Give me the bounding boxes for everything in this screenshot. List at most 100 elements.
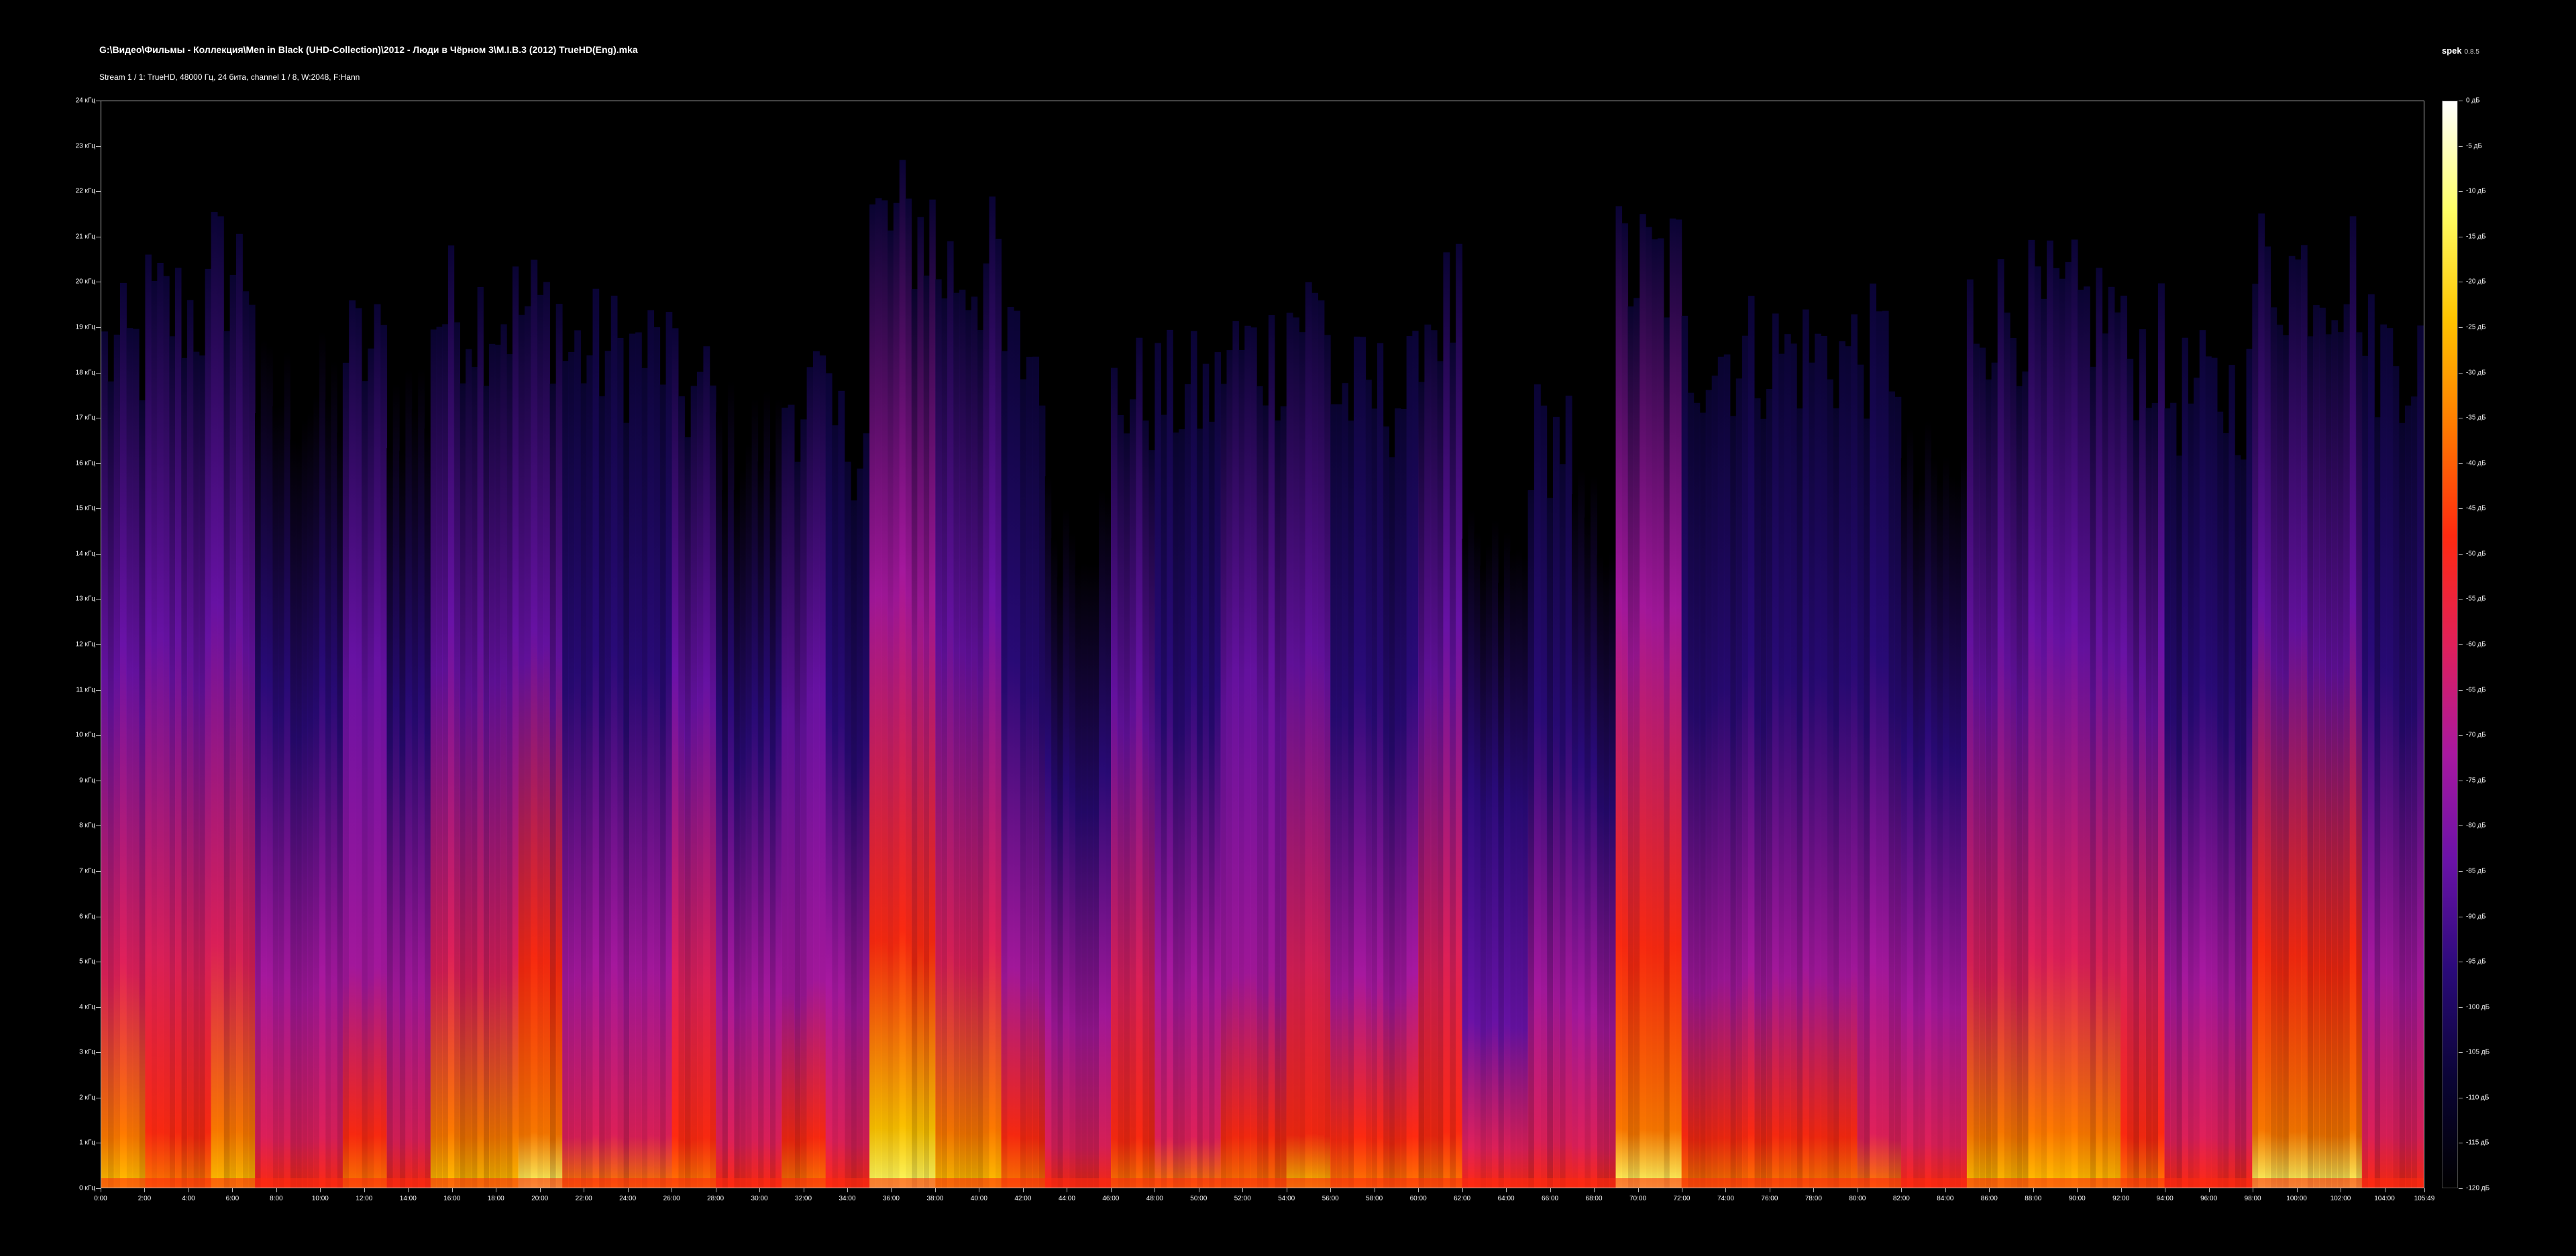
spectrogram-band	[169, 336, 176, 1188]
spectrogram-band	[1173, 433, 1179, 1188]
spectrogram-band	[2349, 216, 2357, 1188]
db-tick	[2459, 599, 2463, 600]
time-tick-label: 42:00	[1014, 1195, 1032, 1202]
db-tick	[2459, 1007, 2463, 1008]
spectrogram-plot[interactable]	[101, 101, 2424, 1188]
spectrogram-band	[838, 390, 845, 1188]
spectrogram-band	[1851, 314, 1858, 1188]
spectrogram-band	[788, 404, 795, 1188]
freq-tick-label: 17 кГц	[75, 414, 95, 422]
spectrogram-band	[1943, 456, 1949, 1188]
spectrogram-low-frequency-floor	[101, 1178, 2424, 1188]
freq-tick	[96, 599, 101, 600]
spectrogram-band	[1857, 364, 1864, 1188]
freq-tick-label: 16 кГц	[75, 459, 95, 467]
time-tick	[2033, 1188, 2034, 1192]
time-tick-label: 6:00	[225, 1195, 239, 1202]
spectrogram-band	[543, 282, 550, 1188]
time-tick-label: 64:00	[1497, 1195, 1515, 1202]
spectrogram-band	[2240, 459, 2247, 1188]
spectrogram-band	[1973, 343, 1980, 1188]
freq-tick-label: 24 кГц	[75, 97, 95, 105]
spectrogram-band	[1354, 337, 1360, 1188]
spectrogram-band	[1492, 520, 1499, 1188]
db-tick	[2459, 146, 2463, 147]
spectrogram-band	[1876, 311, 1883, 1188]
spectrogram-band	[813, 351, 820, 1188]
time-tick-label: 2:00	[138, 1195, 152, 1202]
spectrogram-band	[506, 354, 513, 1188]
spectrogram-band	[1699, 412, 1707, 1188]
spectrogram-band	[935, 279, 942, 1188]
spectrogram-band	[331, 361, 337, 1188]
db-tick-label: -5 дБ	[2466, 142, 2483, 150]
spectrogram-band	[489, 343, 496, 1188]
spectrogram-band	[2355, 332, 2363, 1188]
spectrogram-band	[325, 400, 331, 1188]
time-tick	[759, 1188, 761, 1192]
spectrogram-band	[1389, 457, 1395, 1188]
spectrogram-band	[236, 233, 243, 1188]
spectrogram-band	[2182, 337, 2188, 1188]
spectrogram-band	[1669, 218, 1676, 1188]
spectrogram-band	[349, 300, 356, 1188]
spectrogram-band	[1546, 498, 1554, 1188]
spectrogram-band	[307, 412, 314, 1188]
time-tick-label: 100:00	[2286, 1195, 2307, 1202]
db-tick-label: -30 дБ	[2466, 369, 2486, 376]
spectrogram-band	[2246, 349, 2253, 1188]
spectrogram-band	[1705, 390, 1713, 1188]
time-tick-label: 76:00	[1761, 1195, 1778, 1202]
freq-tick	[96, 1188, 101, 1189]
spectrogram-band	[1377, 343, 1384, 1188]
time-tick	[627, 1188, 629, 1192]
spectrogram-band	[745, 443, 753, 1188]
spectrogram-band	[2380, 324, 2387, 1188]
spectrogram-band	[1640, 214, 1646, 1188]
db-color-scale-bar	[2442, 101, 2458, 1188]
spectrogram-band	[1809, 362, 1815, 1188]
spectrogram-band	[1395, 408, 1401, 1188]
db-tick-label: -105 дБ	[2466, 1048, 2490, 1056]
spectrogram-band	[555, 304, 563, 1188]
spectrogram-band	[1336, 404, 1343, 1188]
spectrogram-band	[1286, 312, 1293, 1188]
spectrogram-band	[1821, 336, 1827, 1188]
spectrogram-band	[1633, 298, 1640, 1188]
spectrogram-band	[690, 386, 698, 1188]
time-tick-label: 98:00	[2244, 1195, 2261, 1202]
time-tick	[1506, 1188, 1507, 1192]
db-tick-label: -90 дБ	[2466, 913, 2486, 920]
spectrogram-band	[727, 381, 735, 1188]
spectrogram-band	[722, 490, 729, 1188]
time-tick	[539, 1188, 541, 1192]
spectrogram-band	[2053, 268, 2059, 1188]
spectrogram-band	[1208, 421, 1216, 1188]
spectrogram-band	[863, 433, 870, 1188]
freq-tick-label: 11 кГц	[76, 686, 95, 694]
spectrogram-band	[2270, 307, 2277, 1188]
spectrogram-band	[893, 203, 900, 1188]
spectrogram-band	[2276, 325, 2284, 1188]
spectrogram-band	[697, 372, 704, 1188]
spectrogram-band	[531, 260, 538, 1188]
spectrogram-band	[1748, 296, 1755, 1188]
spectrogram-band	[2003, 312, 2010, 1188]
time-tick-label: 104:00	[2374, 1195, 2395, 1202]
freq-tick-label: 7 кГц	[79, 867, 95, 875]
freq-tick-label: 8 кГц	[79, 821, 95, 830]
spectrogram-band	[1509, 551, 1517, 1188]
spectrogram-band	[512, 266, 519, 1188]
spectrogram-band	[1894, 396, 1902, 1188]
spectrogram-band	[1123, 433, 1130, 1188]
db-tick-label: -45 дБ	[2466, 504, 2486, 512]
spectrogram-band	[1498, 583, 1505, 1188]
spectrogram-band	[1462, 538, 1468, 1188]
spectrogram-band	[290, 439, 297, 1188]
app-version: 0.8.5	[2464, 48, 2479, 56]
time-tick	[232, 1188, 233, 1192]
spectrogram-band	[911, 289, 918, 1188]
spectrogram-band	[2199, 330, 2206, 1188]
time-tick-label: 46:00	[1102, 1195, 1120, 1202]
spectrogram-band	[1081, 562, 1087, 1188]
